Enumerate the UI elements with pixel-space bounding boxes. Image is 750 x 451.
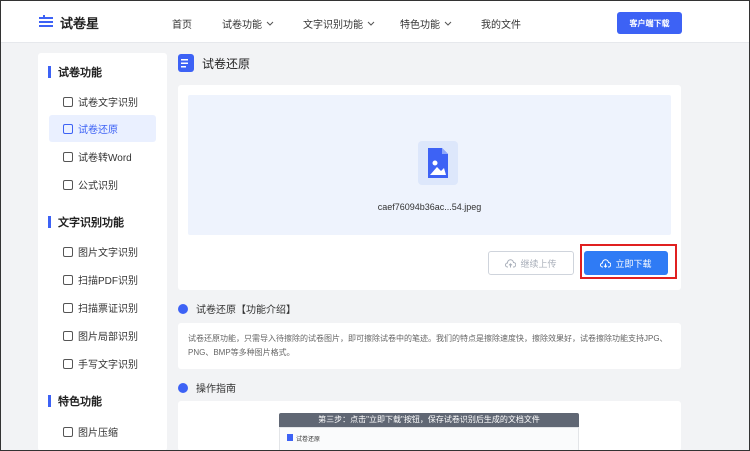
download-client-button[interactable]: 客户端下载	[617, 12, 682, 34]
sidebar-item-formula-ocr[interactable]: 公式识别	[49, 171, 156, 198]
guide-step-banner: 第三步：点击"立即下载"按钮，保存试卷识别后生成的文档文件	[279, 413, 579, 427]
sidebar-item-label: 试卷还原	[78, 125, 118, 136]
continue-upload-label: 继续上传	[520, 258, 557, 269]
guide-heading-text: 操作指南	[196, 384, 236, 395]
sidebar-item-label: 图片文字识别	[78, 248, 138, 259]
sidebar-section-special-title: 特色功能	[58, 396, 102, 408]
compress-icon	[63, 426, 73, 437]
sidebar-item-exam-restore[interactable]: 试卷还原	[49, 115, 156, 142]
page-title: 试卷还原	[202, 56, 251, 71]
sidebar-item-label: 试卷文字识别	[78, 98, 138, 109]
nav-special-functions[interactable]: 特色功能	[400, 16, 452, 31]
download-now-button[interactable]: 立即下载	[584, 251, 668, 275]
nav-special-functions-label: 特色功能	[400, 20, 440, 31]
guide-heading: 操作指南	[178, 380, 236, 395]
sidebar: 试卷功能 试卷文字识别 试卷还原 试卷转Word 公式识别 文字识别功能 图片文…	[38, 53, 167, 451]
document-icon	[63, 123, 73, 134]
cloud-download-icon	[600, 258, 612, 268]
sidebar-item-label: 扫描票证识别	[78, 304, 138, 315]
sidebar-section-ocr: 文字识别功能	[48, 214, 124, 230]
logo[interactable]: 试卷星	[38, 13, 99, 32]
sidebar-item-label: 图片局部识别	[78, 332, 138, 343]
sidebar-item-image-compress[interactable]: 图片压缩	[49, 418, 156, 445]
image-icon	[63, 246, 73, 257]
sidebar-item-label: 图片压缩	[78, 428, 118, 439]
intro-heading-text: 试卷还原【功能介绍】	[196, 305, 296, 316]
logo-text: 试卷星	[60, 16, 100, 31]
upload-card: caef76094b36ac...54.jpeg 继续上传 立即下载	[178, 85, 681, 290]
pen-icon	[63, 358, 73, 369]
intro-text: 试卷还原功能，只需导入待擦除的试卷图片，即可擦除试卷中的笔迹。我们的特点是擦除速…	[188, 334, 668, 357]
sidebar-section-exam: 试卷功能	[48, 64, 102, 80]
chevron-down-icon	[266, 21, 274, 26]
sidebar-item-label: 公式识别	[78, 181, 118, 192]
top-nav: 试卷星 首页 试卷功能 文字识别功能 特色功能 我的文件 客户端下载	[1, 1, 749, 43]
uploaded-file-name: caef76094b36ac...54.jpeg	[377, 202, 482, 212]
nav-my-files[interactable]: 我的文件	[481, 16, 521, 31]
sidebar-section-ocr-title: 文字识别功能	[58, 217, 124, 229]
pdf-icon	[63, 274, 73, 285]
exam-restore-icon	[287, 434, 293, 441]
sidebar-section-exam-title: 试卷功能	[58, 67, 102, 79]
sidebar-item-handwriting-ocr[interactable]: 手写文字识别	[49, 350, 156, 377]
section-marker	[48, 216, 51, 228]
sidebar-item-label: 试卷转Word	[78, 153, 132, 164]
intro-card: 试卷还原功能，只需导入待擦除的试卷图片，即可擦除试卷中的笔迹。我们的特点是擦除速…	[178, 323, 681, 369]
document-icon	[63, 96, 73, 107]
section-marker	[48, 395, 51, 407]
cube-icon	[178, 303, 188, 314]
nav-home[interactable]: 首页	[172, 16, 192, 31]
nav-my-files-label: 我的文件	[481, 20, 521, 31]
download-now-label: 立即下载	[615, 258, 652, 269]
sidebar-item-partial-ocr[interactable]: 图片局部识别	[49, 322, 156, 349]
cloud-upload-icon	[505, 258, 517, 267]
nav-home-label: 首页	[172, 20, 192, 31]
logo-icon	[38, 14, 56, 32]
sidebar-item-image-ocr[interactable]: 图片文字识别	[49, 238, 156, 265]
page-header: 试卷还原	[178, 54, 250, 72]
exam-restore-icon	[178, 54, 194, 72]
section-marker	[48, 66, 51, 78]
continue-upload-button[interactable]: 继续上传	[488, 251, 574, 275]
sidebar-item-label: 手写文字识别	[78, 360, 138, 371]
nav-exam-functions[interactable]: 试卷功能	[222, 16, 274, 31]
ticket-icon	[63, 302, 73, 313]
sidebar-item-pdf-ocr[interactable]: 扫描PDF识别	[49, 266, 156, 293]
sidebar-item-exam-to-word[interactable]: 试卷转Word	[49, 143, 156, 170]
sidebar-item-ticket-ocr[interactable]: 扫描票证识别	[49, 294, 156, 321]
intro-heading: 试卷还原【功能介绍】	[178, 301, 296, 316]
question-icon	[178, 382, 188, 393]
image-file-icon	[418, 141, 458, 185]
guide-card: 第三步：点击"立即下载"按钮，保存试卷识别后生成的文档文件 试卷还原	[178, 401, 681, 451]
word-icon	[63, 151, 73, 162]
guide-screenshot-title: 试卷还原	[296, 437, 321, 443]
nav-exam-functions-label: 试卷功能	[222, 20, 262, 31]
sidebar-section-special: 特色功能	[48, 393, 102, 409]
chevron-down-icon	[444, 21, 452, 26]
formula-icon	[63, 179, 73, 190]
upload-drop-zone[interactable]: caef76094b36ac...54.jpeg	[188, 95, 671, 235]
guide-screenshot: 试卷还原	[279, 427, 579, 451]
nav-ocr-functions-label: 文字识别功能	[303, 20, 363, 31]
nav-ocr-functions[interactable]: 文字识别功能	[303, 16, 375, 31]
sidebar-item-exam-ocr[interactable]: 试卷文字识别	[49, 88, 156, 115]
crop-icon	[63, 330, 73, 341]
sidebar-item-label: 扫描PDF识别	[78, 276, 138, 287]
chevron-down-icon	[367, 21, 375, 26]
